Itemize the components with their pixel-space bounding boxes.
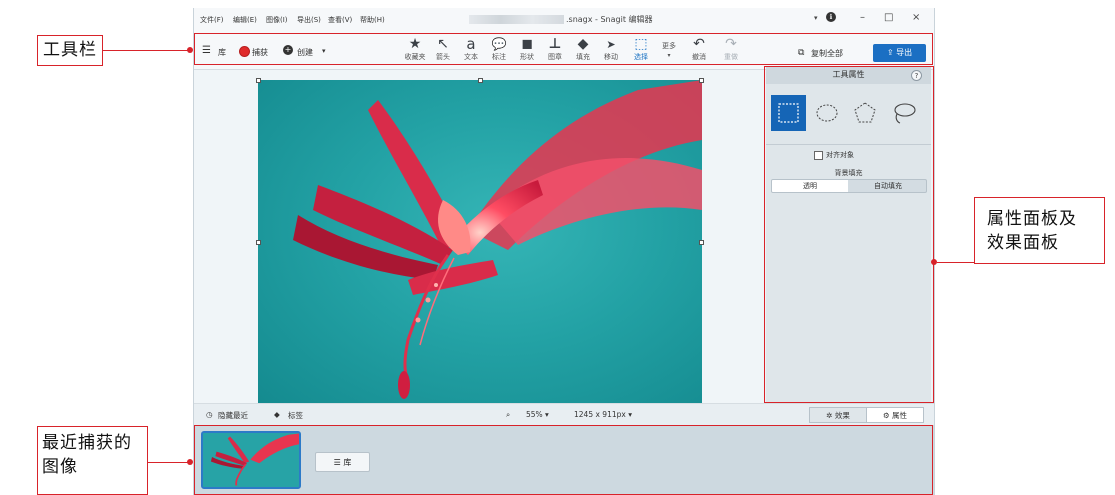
menu-image[interactable]: 图像(I) <box>266 15 288 25</box>
recent-callout-line1: 最近捕获的 <box>42 433 132 453</box>
canvas[interactable] <box>194 70 764 411</box>
resize-handle[interactable] <box>699 78 704 83</box>
magic-wand-icon: ✲ <box>826 411 835 420</box>
recent-callout-line2: 图像 <box>42 457 78 477</box>
tag-icon: ◆ <box>274 410 280 419</box>
tray-highlight <box>194 425 933 495</box>
zoom-dropdown[interactable]: 55% ▾ <box>526 410 549 419</box>
toolbar-highlight <box>194 33 933 65</box>
effects-tab[interactable]: ✲ 效果 <box>809 407 867 423</box>
menu-view[interactable]: 查看(V) <box>328 15 352 25</box>
resize-handle[interactable] <box>699 240 704 245</box>
panel-callout: 属性面板及 效果面板 <box>974 197 1105 264</box>
menu-edit[interactable]: 编辑(E) <box>233 15 257 25</box>
status-bar: ◷ 隐藏最近 ◆ 标签 ⌕ 55% ▾ 1245 x 911px ▾ ✲ 效果 … <box>194 403 934 425</box>
recent-callout: 最近捕获的 图像 <box>37 426 148 495</box>
resize-handle[interactable] <box>478 78 483 83</box>
effects-label: 效果 <box>834 411 850 420</box>
toolbar-callout: 工具栏 <box>37 35 103 66</box>
blurred-filename <box>469 15 564 24</box>
properties-tab[interactable]: ⚙ 属性 <box>866 407 924 423</box>
resize-handle[interactable] <box>256 78 261 83</box>
menu-bar: 文件(F) 编辑(E) 图像(I) 导出(S) 查看(V) 帮助(H) .sna… <box>194 8 934 32</box>
connector-dot <box>187 459 193 465</box>
connector-line <box>937 262 974 264</box>
flower-image <box>293 80 702 399</box>
panel-callout-line1: 属性面板及 <box>987 209 1077 229</box>
menu-help[interactable]: 帮助(H) <box>360 15 385 25</box>
window-title: .snagx - Snagit 编辑器 <box>566 15 653 24</box>
connector-dot <box>187 47 193 53</box>
close-button[interactable]: × <box>912 12 920 23</box>
dropdown-icon[interactable]: ▾ <box>814 14 818 22</box>
hide-recent-button[interactable]: 隐藏最近 <box>218 410 248 421</box>
dimensions-dropdown[interactable]: 1245 x 911px ▾ <box>574 410 632 419</box>
panel-highlight <box>764 66 934 403</box>
menu-file[interactable]: 文件(F) <box>200 15 224 25</box>
info-icon[interactable]: ℹ <box>826 12 836 22</box>
connector-dot <box>931 259 937 265</box>
connector-line <box>102 50 191 52</box>
maximize-button[interactable]: □ <box>884 12 893 23</box>
gear-icon: ⚙ <box>882 411 893 420</box>
panel-callout-line2: 效果面板 <box>987 233 1059 253</box>
menu-export[interactable]: 导出(S) <box>297 15 321 25</box>
properties-label: 属性 <box>892 411 908 420</box>
zoom-icon: ⌕ <box>506 410 511 419</box>
tags-button[interactable]: 标签 <box>288 410 303 421</box>
minimize-button[interactable]: – <box>860 12 865 23</box>
resize-handle[interactable] <box>256 240 261 245</box>
canvas-image[interactable] <box>258 80 702 406</box>
clock-icon: ◷ <box>206 410 213 419</box>
connector-line <box>148 462 191 464</box>
